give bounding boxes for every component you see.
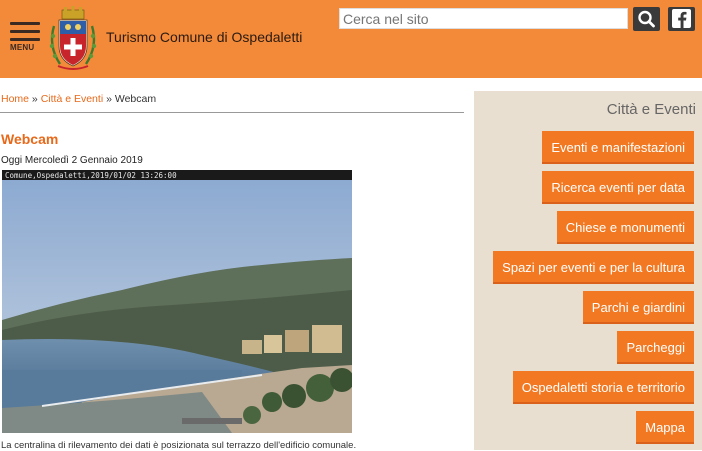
- menu-button[interactable]: MENU: [8, 22, 42, 56]
- sidebar-item-eventi[interactable]: Eventi e manifestazioni: [542, 131, 694, 164]
- webcam-caption: La centralina di rilevamento dei dati è …: [1, 440, 357, 451]
- webcam-timestamp: Comune,Ospedaletti,2019/01/02 13:26:00: [5, 171, 177, 180]
- hamburger-bar: [10, 38, 40, 41]
- breadcrumb-separator: »: [29, 93, 41, 105]
- sidebar-item-parcheggi[interactable]: Parcheggi: [617, 331, 694, 364]
- hamburger-icon: [10, 22, 40, 25]
- breadcrumb-separator: »: [103, 93, 115, 105]
- page-title: Webcam: [1, 131, 59, 147]
- search-icon: [638, 10, 655, 28]
- sidebar-item-parchi[interactable]: Parchi e giardini: [582, 291, 694, 324]
- coat-of-arms-logo[interactable]: [46, 6, 100, 72]
- sidebar: Città e Eventi Eventi e manifestazioni R…: [474, 91, 702, 450]
- breadcrumb: Home » Città e Eventi » Webcam: [1, 93, 156, 105]
- sidebar-item-spazi[interactable]: Spazi per eventi e per la cultura: [493, 251, 694, 284]
- breadcrumb-home-link[interactable]: Home: [1, 93, 29, 105]
- hamburger-bar: [10, 30, 40, 33]
- facebook-button[interactable]: [668, 7, 695, 31]
- date-line: Oggi Mercoledì 2 Gennaio 2019: [1, 155, 143, 166]
- breadcrumb-section-link[interactable]: Città e Eventi: [41, 93, 103, 105]
- divider: [0, 112, 464, 113]
- sidebar-item-chiese[interactable]: Chiese e monumenti: [556, 211, 694, 244]
- webcam-image: Comune,Ospedaletti,2019/01/02 13:26:00: [2, 170, 352, 433]
- sidebar-item-mappa[interactable]: Mappa: [636, 411, 694, 444]
- sidebar-item-storia[interactable]: Ospedaletti storia e territorio: [512, 371, 694, 404]
- search-input[interactable]: [339, 8, 628, 29]
- site-header: MENU Turismo Comune di Ospedaletti: [0, 0, 702, 78]
- breadcrumb-current: Webcam: [114, 93, 157, 105]
- menu-label: MENU: [10, 43, 35, 52]
- search-button[interactable]: [633, 7, 660, 31]
- sidebar-title: Città e Eventi: [606, 101, 696, 118]
- facebook-icon: [672, 9, 691, 28]
- site-title[interactable]: Turismo Comune di Ospedaletti: [106, 29, 302, 45]
- sidebar-item-ricerca-eventi[interactable]: Ricerca eventi per data: [542, 171, 694, 204]
